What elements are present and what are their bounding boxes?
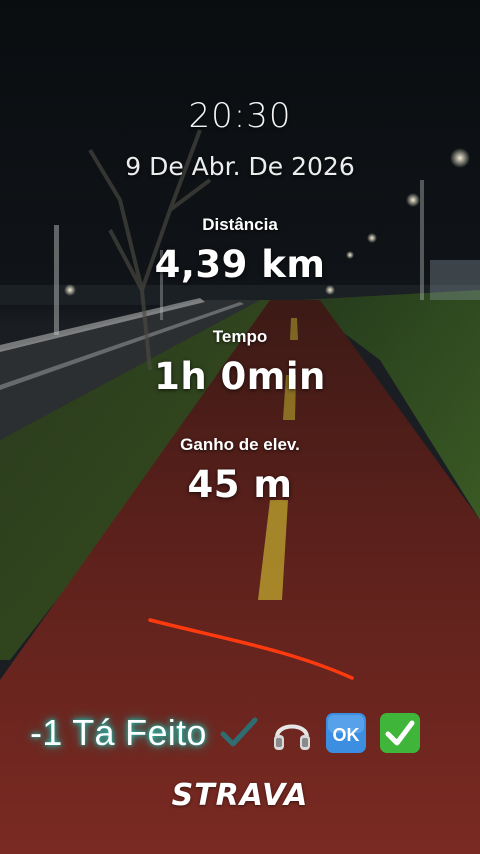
activity-overlay: 20:30 9 De Abr. De 2026 Distância 4,39 k… — [0, 0, 480, 854]
stat-label-elevation: Ganho de elev. — [180, 435, 300, 454]
check-mark-icon — [215, 710, 261, 756]
check-box-icon — [377, 710, 423, 756]
svg-text:OK: OK — [332, 725, 359, 745]
stat-value-elevation: 45 m — [187, 463, 293, 506]
stat-label-distance: Distância — [202, 215, 278, 234]
strava-logo: STRAVA — [171, 778, 309, 813]
stat-value-distance: 4,39 km — [154, 243, 326, 286]
clock-time: 20:30 — [188, 96, 292, 136]
headphones-icon — [269, 710, 315, 756]
stat-value-time: 1h 0min — [154, 355, 326, 398]
ok-button-icon: OK — [323, 710, 369, 756]
caption-text: -1 Tá Feito — [30, 712, 207, 753]
caption: -1 Tá Feito OK — [30, 708, 423, 758]
activity-date: 9 De Abr. De 2026 — [125, 152, 355, 181]
stat-label-time: Tempo — [212, 327, 268, 346]
